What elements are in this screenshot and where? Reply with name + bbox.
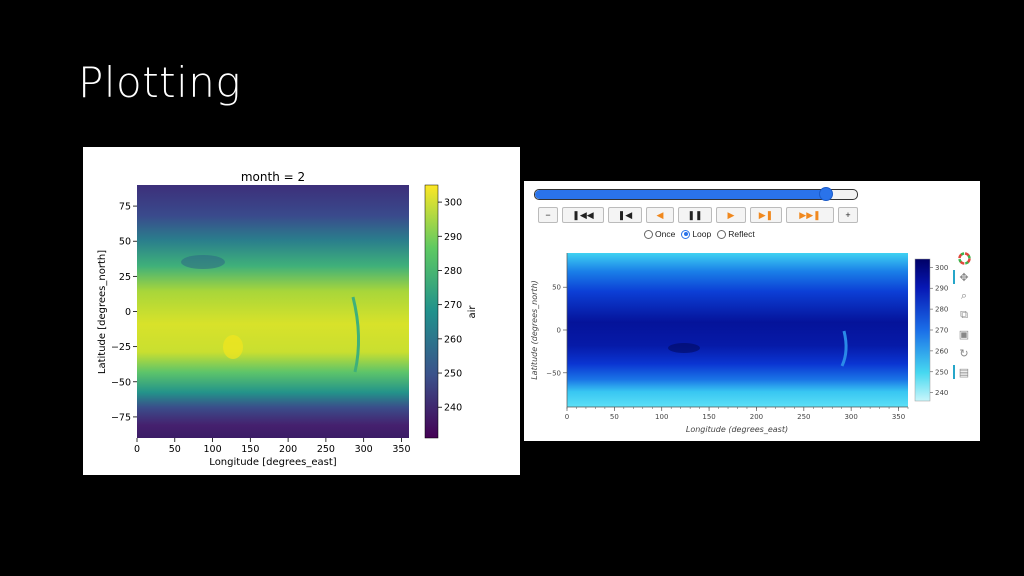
continent-shape [223,335,243,359]
cb-tick-label: 270 [935,327,948,335]
y-tick-label: 50 [552,284,561,292]
cb-tick-label: 250 [935,368,948,376]
left-plot-title: month = 2 [241,170,305,184]
x-tick-label: 200 [750,413,763,421]
cb-tick-label: 250 [444,369,462,380]
right-heatmap [567,253,908,407]
x-tick-label: 300 [844,413,857,421]
continent-shape [668,343,700,353]
pan-icon[interactable]: ✥ [953,270,971,284]
y-tick-label: 0 [125,307,131,318]
x-tick-label: 250 [317,444,335,455]
right-x-label: Longitude (degrees_east) [686,425,788,434]
cb-tick-label: 290 [444,232,462,243]
right-y-label: Latitude (degrees_north) [530,280,539,380]
right-plot-svg: 0 50 100 150 200 250 300 350 50 0 −50 Longitude (… [530,253,948,434]
cb-tick-label: 260 [935,347,948,355]
slide-title: Plotting [78,58,242,107]
left-y-ticks: 75 50 25 0 −25 −50 −75 [111,202,137,423]
right-colorbar-ticks: 300 290 280 270 260 250 240 [930,264,948,397]
hover-icon[interactable]: ▤ [953,365,971,379]
x-tick-label: 50 [169,444,181,455]
y-tick-label: −25 [111,342,131,353]
cb-tick-label: 240 [444,403,462,414]
x-tick-label: 150 [241,444,259,455]
left-heatmap [137,185,409,438]
x-tick-label: 350 [392,444,410,455]
left-colorbar-ticks: 300 290 280 270 260 250 240 [438,198,462,414]
x-tick-label: 250 [797,413,810,421]
left-x-label: Longitude [degrees_east] [209,457,336,468]
box-zoom-icon[interactable]: ⧉ [957,308,971,322]
x-tick-label: 50 [610,413,619,421]
continent-shape [181,255,225,269]
x-tick-label: 100 [655,413,668,421]
left-plot-svg: month = 2 0 50 100 150 200 250 300 350 7550250−… [97,170,478,468]
y-tick-label: −50 [546,369,561,377]
left-y-label: Latitude [degrees_north] [97,250,108,374]
y-tick-label: 25 [119,272,131,283]
cb-tick-label: 290 [935,285,948,293]
left-colorbar-label: air [467,305,478,319]
right-y-ticks: 50 0 −50 [546,284,567,377]
y-tick-label: 0 [557,327,561,335]
left-x-ticks: 0 50 100 150 200 250 300 350 [134,438,411,455]
save-icon[interactable]: ▣ [957,327,971,341]
reset-icon[interactable]: ↻ [957,346,971,360]
x-tick-label: 350 [892,413,905,421]
bokeh-figure: − ❚◀◀ ❚◀ ◀ ❚❚ ▶ ▶❚ ▶▶❚ + Once Loop Reflect [524,181,980,441]
x-tick-label: 150 [702,413,715,421]
x-tick-label: 0 [565,413,569,421]
left-colorbar [424,184,439,439]
y-tick-label: −75 [111,412,131,423]
cb-tick-label: 280 [444,266,462,277]
y-tick-label: 50 [119,237,131,248]
x-tick-label: 100 [203,444,221,455]
cb-tick-label: 240 [935,389,948,397]
cb-tick-label: 300 [935,264,948,272]
cb-tick-label: 280 [935,306,948,314]
bokeh-logo-icon[interactable] [957,251,971,265]
x-tick-label: 300 [355,444,373,455]
cb-tick-label: 270 [444,300,462,311]
bokeh-toolbar: ✥ ⌕ ⧉ ▣ ↻ ▤ [953,251,975,384]
right-colorbar [914,258,931,402]
zoom-icon[interactable]: ⌕ [957,289,971,303]
y-tick-label: −50 [111,377,131,388]
cb-tick-label: 260 [444,334,462,345]
x-tick-label: 0 [134,444,140,455]
matplotlib-figure: month = 2 0 50 100 150 200 250 300 350 75 50 25 0−… [83,147,520,475]
x-tick-label: 200 [279,444,297,455]
cb-tick-label: 300 [444,198,462,209]
y-tick-label: 75 [119,202,131,213]
right-x-ticks: 0 50 100 150 200 250 300 350 [565,407,909,421]
